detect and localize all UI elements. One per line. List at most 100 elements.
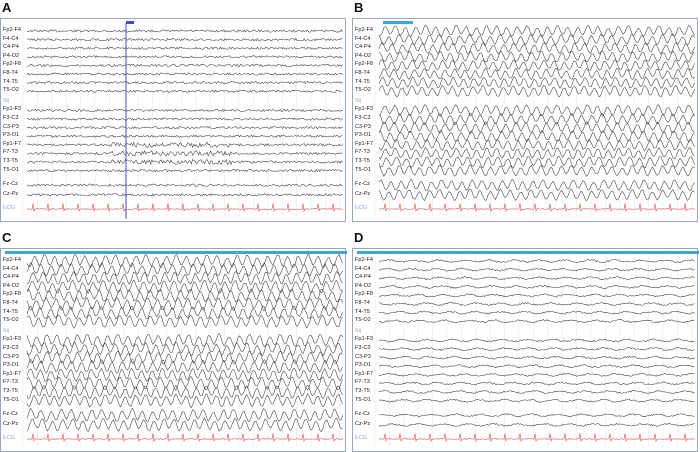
channel-label: P4-O2: [3, 52, 20, 59]
channel-label: Fp1-F3: [3, 336, 22, 343]
eeg-trace-cz-pz: [378, 422, 695, 427]
eeg-trace-t4-t5: [26, 305, 343, 320]
channel-label: F3-C3: [3, 115, 19, 121]
eeg-trace-fp1-f7: [378, 372, 695, 377]
separator-label: Sij: [3, 327, 10, 334]
eeg-trace-t5-o1: [378, 398, 695, 403]
eeg-traces: [374, 255, 696, 447]
eeg-trace-fp1-f3: [378, 338, 695, 343]
ecg-trace: [26, 433, 344, 443]
channel-label: C3-P3: [355, 123, 371, 130]
channel-label: Fp2-F8: [3, 61, 22, 68]
eeg-trace-cz-pz: [26, 193, 343, 197]
eeg-trace-t4-t5: [378, 76, 695, 89]
channel-label: F3-C3: [355, 115, 371, 121]
channel-label: F7-T3: [355, 379, 370, 386]
channel-label: C4-P4: [355, 274, 371, 281]
channel-label: T5-O2: [3, 87, 19, 94]
channel-label: P4-O2: [355, 52, 372, 59]
separator-label: Sij: [3, 97, 10, 104]
channel-label: F7-T3: [3, 379, 18, 386]
channel-label: T3-T5: [3, 158, 18, 164]
ecg-trace: [378, 203, 696, 213]
ecg-label: ECG: [3, 205, 16, 211]
eeg-trace-f4-c4: [26, 37, 343, 42]
eeg-trace-fz-cz: [378, 413, 695, 418]
channel-label: C4-P4: [3, 44, 19, 51]
channel-label: Fp1-F3: [355, 336, 374, 343]
channel-label: F7-T3: [355, 149, 370, 156]
eeg-trace-t3-t5: [26, 158, 343, 166]
eeg-trace-p4-o2: [26, 279, 343, 294]
channel-label: P4-O2: [355, 282, 372, 289]
trace-area: [0, 248, 347, 452]
eeg-traces: [22, 253, 344, 447]
eeg-trace-c3-p3: [26, 350, 343, 365]
channel-label: F4-C4: [355, 265, 371, 272]
eeg-trace-f3-c3: [26, 117, 343, 121]
eeg-panel-d: D Fp2-F4 F4-C4 C4-P4 P4-O2 Fp2-F8 F8-T4 T4-T5 T5…: [352, 230, 699, 452]
eeg-trace-fp2-f4: [378, 24, 695, 38]
eeg-trace-p3-o1: [26, 359, 343, 374]
channel-label: F7-T3: [3, 149, 18, 156]
eeg-trace-t5-o2: [26, 314, 343, 329]
eeg-trace-fp1-f7: [26, 367, 343, 383]
channel-label: P3-O1: [3, 132, 20, 139]
trace-area: [0, 18, 346, 222]
eeg-trace-fp1-f3: [26, 108, 343, 112]
eeg-trace-f8-t4: [378, 302, 695, 306]
eeg-trace-f7-t3: [378, 381, 695, 386]
channel-label: Fp1-F7: [3, 370, 22, 377]
eeg-traces: [374, 24, 696, 217]
eeg-trace-f7-t3: [26, 150, 343, 157]
channel-label: Fz-Cz: [3, 411, 18, 418]
ecg-label: ECG: [3, 435, 16, 441]
eeg-panel-c: C Fp2-F4 F4-C4 C4-P4 P4-O2 Fp2-F8 F8-T4 T4-T5 T5…: [0, 230, 347, 452]
channel-label: F4-C4: [3, 35, 19, 42]
ecg-label: ECG: [355, 435, 368, 441]
eeg-trace-fp2-f8: [26, 288, 343, 303]
eeg-trace-p3-o1: [378, 364, 695, 369]
channel-label: P3-O1: [355, 132, 372, 139]
eeg-panel-b: B Fp2-F4 F4-C4 C4-P4 P4-O2 Fp2-F8 F8-T4 T4-T5 T5…: [352, 0, 698, 222]
channel-label: Fp2-F4: [355, 257, 374, 263]
trace-area: [352, 18, 698, 222]
channel-label: F8-T4: [3, 70, 18, 76]
eeg-trace-t5-o2: [26, 89, 343, 93]
eeg-trace-fp2-f8: [378, 293, 695, 298]
eeg-trace-cz-pz: [26, 417, 343, 433]
eeg-panel-a: A Fp2-F4 F4-C4 C4-P4 P4-O2 Fp2-F8 F8-T4 T4-T5 T5…: [0, 0, 346, 222]
channel-label: T5-O2: [355, 87, 371, 94]
eeg-trace-f3-c3: [378, 346, 695, 352]
trace-area: [352, 248, 699, 452]
channel-label: T4-T5: [355, 78, 370, 85]
channel-label: Fp1-F3: [355, 106, 374, 113]
eeg-trace-f3-c3: [26, 341, 343, 357]
channel-label: Cz-Pz: [355, 420, 371, 427]
channel-label: T5-O2: [3, 317, 19, 324]
eeg-trace-f8-t4: [378, 67, 695, 80]
channel-label: F3-C3: [355, 345, 371, 351]
eeg-trace-fp1-f3: [378, 104, 695, 117]
channel-label: Fp2-F4: [355, 27, 374, 33]
channel-label: F8-T4: [355, 70, 370, 76]
eeg-trace-t3-t5: [26, 384, 343, 400]
eeg-trace-fp2-f4: [26, 253, 343, 269]
channel-label: Fp1-F3: [3, 106, 22, 113]
channel-label: T4-T5: [3, 308, 18, 315]
channel-label: T3-T5: [355, 388, 370, 394]
channel-label: Fp1-F7: [3, 140, 22, 147]
panel-letter: A: [2, 0, 12, 15]
eeg-trace-f8-t4: [26, 72, 343, 76]
channel-label: P3-O1: [3, 362, 20, 369]
eeg-trace-fp2-f8: [378, 59, 695, 72]
channel-label: T5-O1: [355, 166, 371, 173]
channel-label: Cz-Pz: [3, 190, 19, 197]
channel-label: T5-O1: [355, 396, 371, 403]
ecg-trace: [378, 433, 696, 443]
channel-label: Cz-Pz: [355, 190, 371, 197]
eeg-trace-f4-c4: [378, 33, 695, 47]
channel-label: Fz-Cz: [3, 181, 18, 188]
eeg-trace-fp1-f7: [26, 141, 343, 149]
eeg-trace-fp1-f3: [26, 333, 343, 348]
